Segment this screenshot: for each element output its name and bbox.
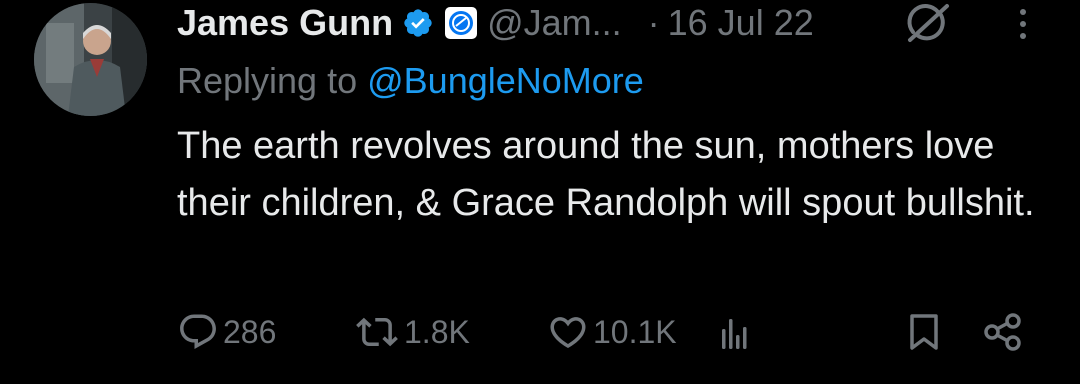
reply-count: 286	[223, 313, 277, 350]
reply-mention-link[interactable]: @BungleNoMore	[367, 60, 644, 101]
grok-icon[interactable]	[905, 2, 951, 44]
replying-to: Replying to @BungleNoMore	[177, 60, 644, 102]
tweet[interactable]: James Gunn @Jam... · 16 Jul 22 Replying …	[0, 0, 1080, 384]
avatar[interactable]	[34, 3, 147, 116]
reply-button[interactable]: 286	[177, 307, 276, 357]
like-count: 10.1K	[593, 313, 677, 350]
tweet-text: The earth revolves around the sun, mothe…	[177, 125, 1035, 224]
repost-button[interactable]: 1.8K	[354, 307, 470, 357]
views-button[interactable]	[720, 307, 750, 357]
separator: ·	[647, 2, 660, 43]
verified-badge-icon[interactable]	[402, 7, 434, 39]
like-button[interactable]: 10.1K	[547, 307, 677, 357]
bookmark-icon	[910, 314, 938, 350]
dc-logo-icon[interactable]	[445, 7, 478, 39]
reply-icon	[180, 314, 216, 349]
analytics-icon	[722, 319, 747, 349]
tweet-date[interactable]: 16 Jul 22	[668, 2, 814, 43]
share-button[interactable]	[982, 307, 1024, 357]
repost-count: 1.8K	[404, 313, 470, 350]
author-handle[interactable]: @Jam...	[487, 2, 622, 44]
more-options-icon[interactable]	[1013, 6, 1033, 42]
heart-icon	[550, 317, 586, 349]
replying-to-label: Replying to	[177, 60, 358, 101]
avatar-photo	[34, 3, 147, 116]
share-icon	[984, 313, 1021, 351]
bookmark-button[interactable]	[908, 307, 940, 357]
tweet-actions: 286 1.8K 10.1K	[0, 307, 1080, 357]
author-name[interactable]: James Gunn	[177, 2, 393, 44]
repost-icon	[356, 317, 398, 347]
